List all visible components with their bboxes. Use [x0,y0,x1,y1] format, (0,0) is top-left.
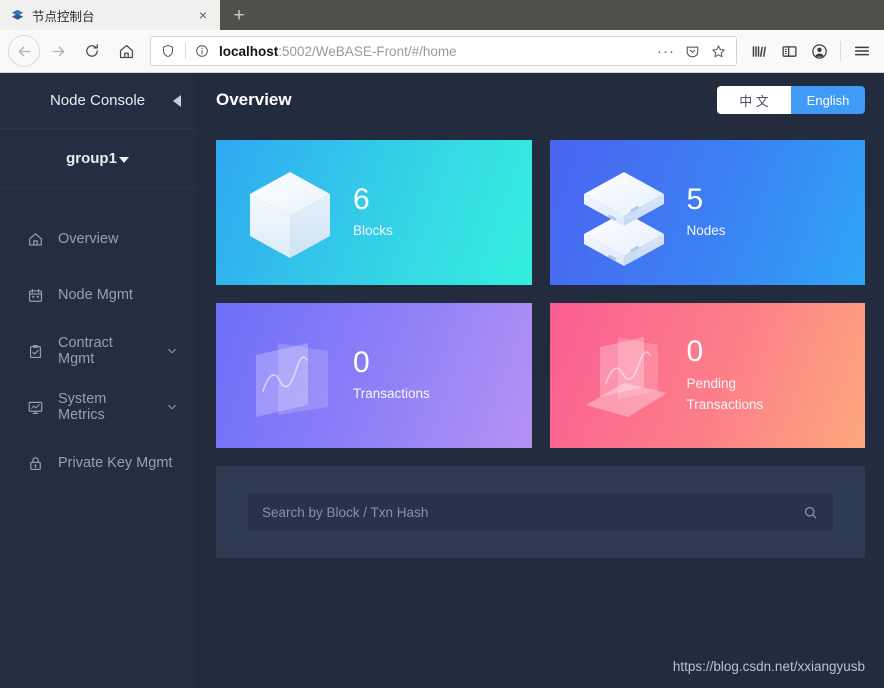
layers-favicon [10,8,24,22]
lang-option-chinese[interactable]: 中 文 [717,86,791,114]
stat-card-transactions[interactable]: 0 Transactions [216,303,532,448]
sidebar-item-label: Contract Mgmt [58,335,113,367]
sidebar-item-node-mgmt[interactable]: Node Mgmt [0,267,195,323]
stat-card-body: 0 Pending Transactions [687,335,787,415]
main-content: Overview 中 文 English 6 Blocks 5 Nodes 0 … [195,73,884,688]
content-header: Overview 中 文 English [195,73,884,127]
sidebar-item-contract-mgmt[interactable]: Contract Mgmt [0,323,195,379]
stat-label: Transactions [353,386,430,402]
search-icon[interactable] [801,505,819,520]
browser-tab-active[interactable]: 节点控制台 × [0,0,220,30]
address-bar[interactable]: localhost:5002/WeBASE-Front/#/home ··· [150,36,737,66]
collapse-left-icon[interactable] [173,94,181,107]
stat-label: Blocks [353,223,393,239]
stat-card-nodes[interactable]: 5 Nodes [549,140,865,285]
new-tab-button[interactable]: + [220,2,258,30]
reload-icon[interactable] [76,35,108,67]
page-title: Overview [216,90,292,109]
stat-cards: 6 Blocks 5 Nodes 0 Transactions 0 Pendin… [195,127,884,448]
stat-value: 5 [686,182,704,216]
watermark-text: https://blog.csdn.net/xxiangyusb [672,659,865,674]
chevron-down-icon [165,345,179,357]
browser-window: 节点控制台 × + localhost:5002/WeBASE-Front/#/… [0,0,884,688]
search-panel [216,466,865,558]
pocket-icon[interactable] [680,39,704,63]
caret-down-icon [118,157,129,163]
url-path: :5002/WeBASE-Front/#/home [278,43,457,59]
sidebar-item-overview[interactable]: Overview [0,211,195,267]
ellipsis-icon[interactable]: ··· [654,39,678,63]
language-toggle: 中 文 English [717,86,865,114]
sidebar-item-label: Node Mgmt [58,287,133,303]
chart-card-icon [238,321,343,431]
sidebar-title: Node Console [49,92,146,109]
app-root: Node Console group1 Overview Node Mgmt C… [0,73,884,688]
pending-chart-icon [572,321,677,431]
sidebar: Node Console group1 Overview Node Mgmt C… [0,73,195,688]
sidebar-item-private-key-mgmt[interactable]: Private Key Mgmt [0,435,195,491]
browser-toolbar: localhost:5002/WeBASE-Front/#/home ··· [0,30,884,73]
shield-icon[interactable] [157,44,179,58]
library-icon[interactable] [745,36,773,66]
sidebar-item-label: System Metrics [58,391,107,423]
sidebar-menu: Overview Node Mgmt Contract Mgmt System … [0,189,195,491]
tab-strip: 节点控制台 × + [0,0,884,30]
monitor-chart-icon [26,398,44,416]
calendar-icon [26,286,44,304]
cube-icon [238,158,343,268]
stat-label: Nodes [686,223,726,239]
stacked-servers-icon [572,158,677,268]
group-selector-label: group1 [66,150,117,167]
stat-card-body: 0 Transactions [353,346,430,405]
sidebar-item-system-metrics[interactable]: System Metrics [0,379,195,435]
url-divider [185,43,186,59]
stat-value: 0 [686,335,704,369]
chevron-down-icon [165,401,179,413]
home-icon[interactable] [110,35,142,67]
url-text[interactable]: localhost:5002/WeBASE-Front/#/home [214,44,652,59]
clipboard-check-icon [26,342,44,360]
toolbar-divider [840,41,841,61]
group-selector[interactable]: group1 [0,129,195,189]
sidebar-header: Node Console [0,73,195,129]
stat-card-body: 5 Nodes [687,183,726,242]
url-host: localhost [219,43,279,59]
stat-value: 6 [353,182,370,216]
stat-card-blocks[interactable]: 6 Blocks [216,140,532,285]
close-icon[interactable]: × [194,6,212,24]
stat-card-pending-transactions[interactable]: 0 Pending Transactions [549,303,865,448]
back-arrow-icon[interactable] [8,35,40,67]
account-icon[interactable] [805,36,833,66]
sidebar-icon[interactable] [775,36,803,66]
stat-card-body: 6 Blocks [353,183,393,242]
sidebar-item-label: Overview [58,231,119,247]
sidebar-item-label: Private Key Mgmt [58,455,173,471]
star-icon[interactable] [706,39,730,63]
stat-label: Pending Transactions [686,375,764,412]
search-input[interactable] [262,504,801,520]
search-box[interactable] [248,493,833,531]
tab-title: 节点控制台 [32,9,95,24]
lang-option-english[interactable]: English [791,86,865,114]
home-icon [26,230,44,248]
info-circle-icon[interactable] [192,44,212,58]
forward-arrow-icon[interactable] [42,35,74,67]
hamburger-menu-icon[interactable] [848,36,876,66]
stat-value: 0 [353,345,370,379]
lock-icon [26,454,44,472]
